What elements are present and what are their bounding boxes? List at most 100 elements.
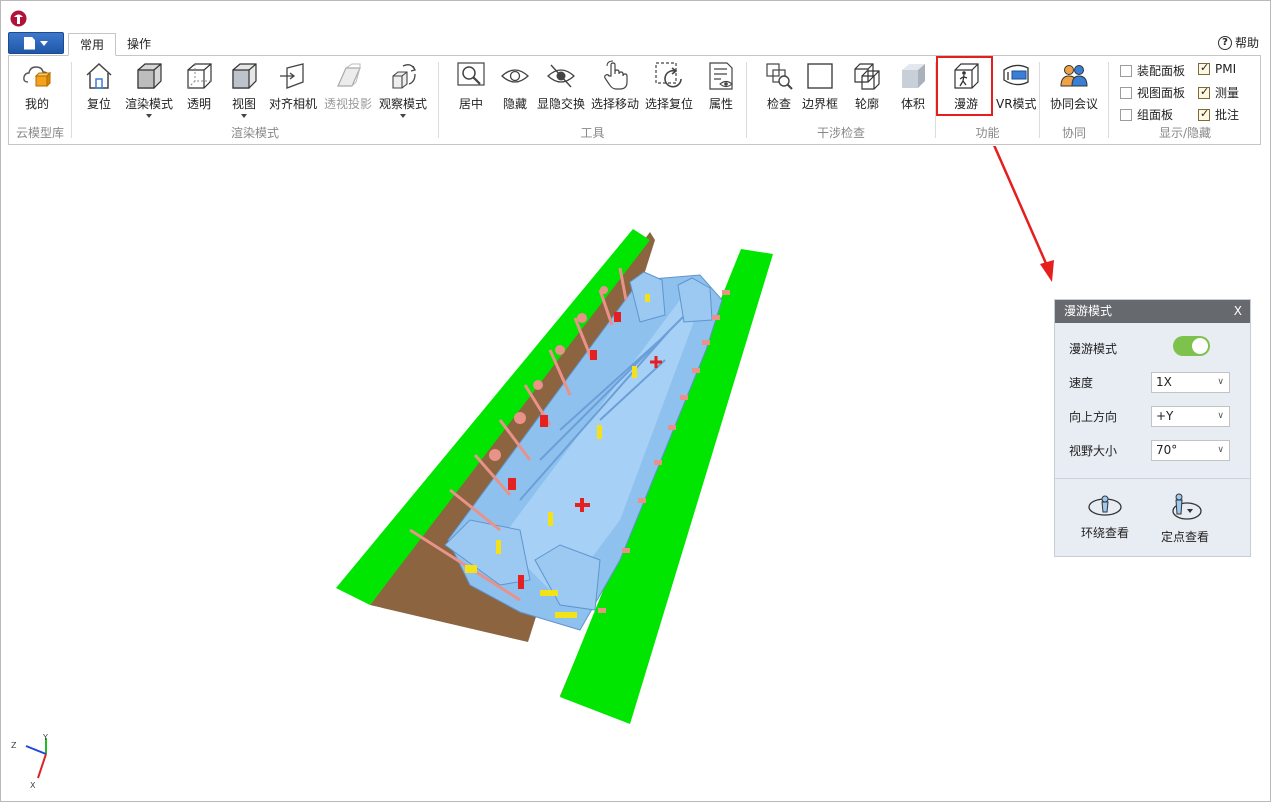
- checkbox-pmi[interactable]: [1198, 61, 1210, 75]
- speed-label: 速度: [1069, 376, 1094, 390]
- volume-label: 体积: [900, 97, 925, 111]
- observe-mode-button[interactable]: 观察模式: [379, 60, 427, 118]
- up-direction-select[interactable]: +Y ∨: [1151, 406, 1230, 427]
- walk-panel-title: 漫游模式: [1064, 304, 1113, 318]
- home-icon: [86, 62, 112, 89]
- fixed-point-view-button[interactable]: 定点查看: [1161, 492, 1209, 545]
- outline-label: 轮廓: [854, 97, 879, 111]
- orbit-view-icon: [1088, 495, 1122, 516]
- close-icon[interactable]: X: [1234, 300, 1242, 323]
- toggle-visibility-button[interactable]: 显隐交换: [537, 60, 585, 112]
- tunnel-model[interactable]: [336, 229, 773, 724]
- cube-transparent-icon: [187, 63, 212, 89]
- check-search-icon: [766, 63, 793, 90]
- dropdown-arrow-icon[interactable]: [146, 114, 152, 118]
- observe-mode-label: 观察模式: [379, 97, 428, 111]
- view-label: 视图: [231, 97, 256, 111]
- group-display: 装配面板 视图面板 组面板 PMI 测量 批注 显示/隐藏: [1109, 56, 1261, 144]
- select-reset-icon: [655, 62, 682, 88]
- collab-meeting-button[interactable]: 协同会议: [1050, 60, 1098, 112]
- check-annotation[interactable]: 批注: [1198, 106, 1239, 123]
- vr-headset-icon: [1003, 64, 1029, 86]
- check-button[interactable]: 检查: [763, 60, 795, 112]
- checkbox-group-panel[interactable]: [1120, 108, 1132, 121]
- users-icon: [1060, 65, 1088, 87]
- tab-operation[interactable]: 操作: [116, 33, 162, 56]
- check-view-panel[interactable]: 视图面板: [1120, 84, 1185, 101]
- group-label-render: 渲染模式: [230, 126, 279, 140]
- check-pmi[interactable]: PMI: [1198, 61, 1237, 76]
- bounding-box-icon: [807, 63, 833, 89]
- check-assembly-panel[interactable]: 装配面板: [1120, 62, 1185, 79]
- group-collab: 协同会议 协同: [1040, 56, 1108, 144]
- check-measure[interactable]: 测量: [1198, 84, 1239, 101]
- help-label: 帮助: [1234, 36, 1259, 50]
- group-interference: 检查 边界框 轮廓 体积 干涉检查: [747, 56, 935, 144]
- align-camera-label: 对齐相机: [269, 97, 318, 111]
- observe-mode-icon: [392, 64, 416, 89]
- perspective-icon: [337, 63, 361, 87]
- file-menu-button[interactable]: [8, 32, 64, 54]
- checkbox-assembly-panel[interactable]: [1120, 64, 1132, 77]
- dropdown-arrow-icon[interactable]: [241, 114, 247, 118]
- speed-select[interactable]: 1X ∨: [1151, 372, 1230, 393]
- group-label-tools: 工具: [580, 126, 605, 140]
- group-label-function: 功能: [975, 126, 1000, 140]
- checkbox-annotation[interactable]: [1198, 107, 1210, 121]
- fixed-point-view-icon: [1172, 493, 1202, 520]
- check-group-panel[interactable]: 组面板: [1120, 106, 1173, 123]
- group-render: 复位 渲染模式 透明 视图 对齐相机 透视投影 观察模式 渲染模式: [72, 56, 438, 144]
- chevron-down-icon: ∨: [1217, 445, 1224, 455]
- orbit-view-button[interactable]: 环绕查看: [1081, 492, 1129, 541]
- vr-mode-button[interactable]: VR模式: [996, 60, 1037, 112]
- document-icon: [24, 36, 35, 50]
- checkbox-measure[interactable]: [1198, 85, 1210, 99]
- perspective-button[interactable]: 透视投影: [324, 60, 372, 112]
- collab-meeting-label: 协同会议: [1050, 97, 1099, 111]
- axis-triad: Y Z X: [11, 733, 48, 790]
- fov-select[interactable]: 70° ∨: [1151, 440, 1230, 461]
- group-label-cloud: 云模型库: [15, 126, 64, 140]
- group-label-interference: 干涉检查: [816, 126, 865, 140]
- transparent-button[interactable]: 透明: [183, 60, 215, 112]
- reset-label: 复位: [86, 97, 111, 111]
- center-button[interactable]: 居中: [455, 60, 487, 112]
- volume-button[interactable]: 体积: [897, 60, 929, 112]
- render-mode-label: 渲染模式: [125, 97, 174, 111]
- group-tools: 居中 隐藏 显隐交换 选择移动 选择复位 属性 工具: [439, 56, 746, 144]
- my-models-label: 我的: [24, 97, 49, 111]
- reset-button[interactable]: 复位: [83, 60, 115, 112]
- render-mode-button[interactable]: 渲染模式: [125, 60, 173, 118]
- view-button[interactable]: 视图: [228, 60, 260, 118]
- check-pmi-label: PMI: [1215, 62, 1237, 76]
- checkbox-view-panel[interactable]: [1120, 86, 1132, 99]
- bounding-box-button[interactable]: 边界框: [802, 60, 838, 112]
- axis-label-y: Y: [42, 733, 48, 742]
- ribbon: 我的 云模型库 复位 渲染模式 透明 视图 对齐相机 透视投影 观察模式 渲染模…: [8, 55, 1261, 145]
- panel-divider: [1055, 478, 1250, 479]
- dropdown-arrow-icon[interactable]: [400, 114, 406, 118]
- align-camera-button[interactable]: 对齐相机: [269, 60, 317, 112]
- walk-mode-toggle[interactable]: [1173, 336, 1210, 356]
- up-direction-label: 向上方向: [1069, 410, 1118, 424]
- tab-common[interactable]: 常用: [68, 33, 117, 56]
- my-models-button[interactable]: 我的: [21, 60, 53, 112]
- vr-mode-label: VR模式: [996, 97, 1037, 111]
- toggle-visibility-label: 显隐交换: [537, 97, 586, 111]
- outline-button[interactable]: 轮廓: [851, 60, 883, 112]
- cube-view-icon: [232, 63, 257, 89]
- bounding-box-label: 边界框: [802, 97, 839, 111]
- check-group-panel-label: 组面板: [1137, 108, 1174, 122]
- select-move-button[interactable]: 选择移动: [591, 60, 639, 112]
- fixed-point-view-label: 定点查看: [1161, 530, 1210, 544]
- select-reset-button[interactable]: 选择复位: [645, 60, 693, 112]
- hide-label: 隐藏: [502, 97, 527, 111]
- cube-solid-icon: [137, 63, 162, 89]
- hide-button[interactable]: 隐藏: [499, 60, 531, 112]
- group-label-display: 显示/隐藏: [1158, 126, 1212, 140]
- check-annotation-label: 批注: [1215, 108, 1240, 122]
- help-button[interactable]: ? 帮助: [1217, 34, 1259, 51]
- properties-button[interactable]: 属性: [705, 60, 737, 112]
- chevron-down-icon: [40, 40, 48, 46]
- outline-icon: [854, 63, 880, 90]
